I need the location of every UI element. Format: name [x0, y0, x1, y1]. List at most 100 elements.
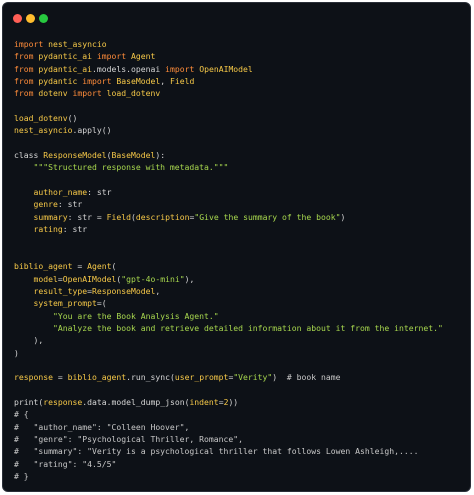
code-token: from [14, 76, 34, 87]
code-token: dotenv [33, 88, 73, 99]
code-line: model=OpenAIModel("gpt-4o-mini"), [14, 273, 466, 285]
code-line: "Analyze the book and retrieve detailed … [14, 322, 466, 334]
code-line: from pydantic_ai import Agent [14, 50, 466, 62]
code-token: "Analyze the book and retrieve detailed … [14, 322, 443, 333]
code-token: )) [228, 396, 239, 407]
code-token: () [67, 113, 78, 124]
code-token: , [155, 285, 161, 296]
code-token: = [52, 372, 68, 383]
code-token: genre [33, 199, 58, 210]
code-token: summary [33, 211, 68, 222]
code-token: OpenAIModel [194, 63, 253, 74]
code-token: .run_sync( [126, 372, 175, 383]
code-token: from [14, 51, 34, 62]
code-token: rating [33, 224, 63, 235]
code-line: from pydantic import BaseModel, Field [14, 75, 466, 87]
code-line: # } [14, 470, 466, 482]
code-line: # "summary": "Verity is a psychological … [14, 445, 466, 457]
code-token: Agent [87, 261, 112, 272]
minimize-dot-icon[interactable] [26, 14, 35, 23]
code-token: .data.model_dump_json( [82, 396, 190, 407]
code-token: # "genre": "Psychological Thriller, Roma… [14, 434, 244, 444]
code-token: ) [272, 372, 287, 383]
code-line: print(response.data.model_dump_json(inde… [14, 396, 466, 408]
maximize-dot-icon[interactable] [39, 14, 48, 23]
code-token: import [82, 76, 112, 87]
code-token: , [160, 76, 170, 87]
code-window: import nest_asyncio from pydantic_ai impo… [2, 2, 471, 492]
code-line: # "author_name": "Colleen Hoover", [14, 421, 466, 433]
code-token: OpenAIModel [62, 273, 117, 284]
code-line: ) [14, 347, 466, 359]
close-dot-icon[interactable] [13, 14, 22, 23]
code-token: .models.openai [91, 63, 166, 74]
window-titlebar [3, 3, 470, 31]
code-line: # { [14, 408, 466, 420]
code-token: print( [14, 396, 44, 407]
code-line: # "rating": "4.5/5" [14, 458, 466, 470]
code-token: nest_asyncio [14, 125, 73, 136]
code-token: ) [340, 211, 346, 222]
code-line: summary: str = Field(description="Give t… [14, 211, 466, 223]
code-token: : str [87, 187, 112, 198]
code-token: author_name [33, 187, 88, 198]
code-token: from [14, 63, 34, 74]
code-token: pydantic_ai [33, 51, 97, 62]
code-token: ( [111, 261, 117, 272]
code-line: genre: str [14, 198, 466, 210]
code-token: Field [106, 211, 131, 222]
code-line: "You are the Book Analysis Agent." [14, 310, 466, 322]
code-token: BaseModel [111, 76, 161, 87]
code-token: response [43, 396, 83, 407]
code-line: load_dotenv() [14, 112, 466, 124]
code-token: ResponseModel [91, 285, 156, 296]
code-block: import nest_asyncio from pydantic_ai impo… [14, 38, 466, 482]
code-token: # "rating": "4.5/5" [14, 458, 117, 469]
code-token: : str [62, 224, 88, 235]
code-token: ) [14, 347, 19, 358]
code-token: system_prompt [33, 298, 97, 309]
code-token: .apply() [72, 125, 112, 136]
code-line: result_type=ResponseModel, [14, 285, 466, 297]
code-token: user_prompt [174, 372, 229, 383]
code-token: ), [14, 335, 44, 346]
code-token: ), [184, 273, 195, 284]
code-token: """Structured response with metadata.""" [14, 162, 229, 173]
code-token: # { [14, 409, 29, 420]
code-token: from [14, 88, 34, 99]
code-token: biblio_agent [14, 261, 73, 272]
code-token: "Verity" [233, 372, 273, 383]
code-token: load_dotenv [101, 88, 161, 99]
code-token: description [135, 211, 190, 222]
code-token: import [165, 63, 195, 74]
code-token: # book name [286, 372, 341, 383]
code-token: pydantic [33, 76, 83, 87]
code-token: ): [155, 150, 166, 161]
code-token: pydantic_ai [33, 63, 92, 74]
code-line: # "genre": "Psychological Thriller, Roma… [14, 433, 466, 445]
code-token: model [33, 273, 58, 284]
code-token: BaseModel [111, 150, 156, 161]
code-line: author_name: str [14, 186, 466, 198]
code-token: nest_asyncio [43, 39, 107, 49]
code-line: rating: str [14, 223, 466, 235]
code-token: # "author_name": "Colleen Hoover", [14, 421, 190, 432]
code-token: # "summary": "Verity is a psychological … [14, 446, 419, 457]
code-line: """Structured response with metadata.""" [14, 161, 466, 173]
code-token: import [96, 51, 127, 62]
code-token: : str [57, 199, 83, 210]
code-token: Field [169, 76, 195, 87]
code-token: "Give the summary of the book" [194, 211, 341, 222]
code-line: class ResponseModel(BaseModel): [14, 149, 466, 161]
code-token: "You are the Book Analysis Agent." [14, 310, 219, 321]
